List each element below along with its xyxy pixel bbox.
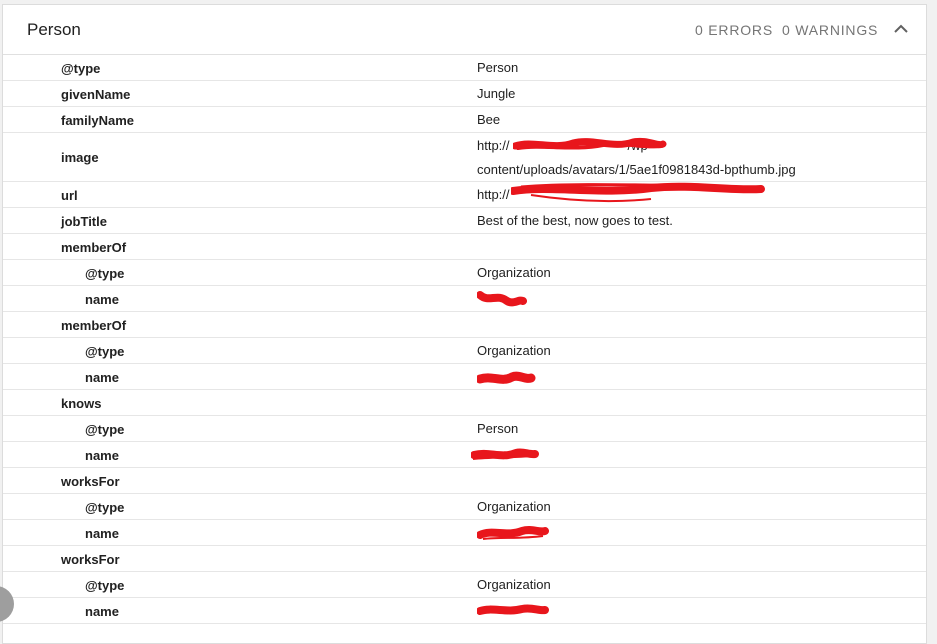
property-key: @type: [85, 578, 125, 593]
property-key: jobTitle: [61, 214, 107, 229]
table-row: @type Person: [3, 55, 926, 81]
table-row: jobTitle Best of the best, now goes to t…: [3, 208, 926, 234]
errors-count: 0 ERRORS: [695, 22, 773, 38]
panel-title: Person: [27, 20, 81, 39]
table-row: @type Person: [3, 416, 926, 442]
property-key: givenName: [61, 87, 131, 102]
property-key: name: [85, 370, 119, 385]
table-row: name: [3, 442, 926, 468]
table-row: url http://: [3, 182, 926, 208]
property-key: @type: [85, 422, 125, 437]
table-row: @type Organization: [3, 260, 926, 286]
table-row: memberOf: [3, 234, 926, 260]
table-row: worksFor: [3, 546, 926, 572]
table-row: image http:///wp- content/uploads/avatar…: [3, 133, 926, 182]
property-key: @type: [85, 500, 125, 515]
property-value: Bee: [477, 112, 501, 127]
property-key: name: [85, 604, 119, 619]
table-row: name: [3, 286, 926, 312]
property-value: Organization: [477, 343, 551, 358]
image-url-prefix: http://: [477, 138, 510, 153]
property-key: memberOf: [61, 318, 127, 333]
table-row: name: [3, 364, 926, 390]
chevron-up-icon[interactable]: [891, 19, 911, 39]
property-key: worksFor: [61, 552, 120, 567]
property-value: Person: [477, 421, 519, 436]
property-key: url: [61, 188, 78, 203]
property-key: knows: [61, 396, 102, 411]
image-url-path: content/uploads/avatars/1/5ae1f0981843d-…: [477, 162, 796, 177]
structured-data-panel: Person 0 ERRORS 0 WARNINGS @type Person …: [2, 4, 927, 644]
property-key: @type: [85, 266, 125, 281]
table-row: @type Organization: [3, 338, 926, 364]
url-prefix: http://: [477, 187, 510, 202]
property-key: worksFor: [61, 474, 120, 489]
property-value: Person: [477, 60, 519, 75]
property-key: @type: [85, 344, 125, 359]
property-key: name: [85, 526, 119, 541]
property-value: Best of the best, now goes to test.: [477, 213, 673, 228]
table-row: memberOf: [3, 312, 926, 338]
panel-header[interactable]: Person 0 ERRORS 0 WARNINGS: [3, 5, 926, 55]
table-row: @type Organization: [3, 572, 926, 598]
table-row: name: [3, 520, 926, 546]
property-value: Organization: [477, 265, 551, 280]
property-key: memberOf: [61, 240, 127, 255]
property-value: Organization: [477, 577, 551, 592]
property-key: familyName: [61, 113, 134, 128]
table-row: name: [3, 598, 926, 624]
redaction-scribble: [477, 604, 549, 615]
table-row: givenName Jungle: [3, 81, 926, 107]
property-key: @type: [61, 61, 101, 76]
property-value: http:///wp- content/uploads/avatars/1/5a…: [477, 134, 907, 182]
table-row: @type Organization: [3, 494, 926, 520]
redaction-scribble: [513, 137, 667, 150]
property-value: Jungle: [477, 86, 516, 101]
property-key: name: [85, 292, 119, 307]
warnings-count: 0 WARNINGS: [782, 22, 879, 38]
property-value: http://: [477, 182, 907, 207]
redaction-scribble: [511, 182, 765, 203]
property-key: name: [85, 448, 119, 463]
property-list: @type Person givenName Jungle familyName…: [3, 55, 926, 624]
table-row: familyName Bee: [3, 107, 926, 133]
table-row: worksFor: [3, 468, 926, 494]
table-row: knows: [3, 390, 926, 416]
property-value: Organization: [477, 499, 551, 514]
property-key: image: [61, 150, 99, 165]
